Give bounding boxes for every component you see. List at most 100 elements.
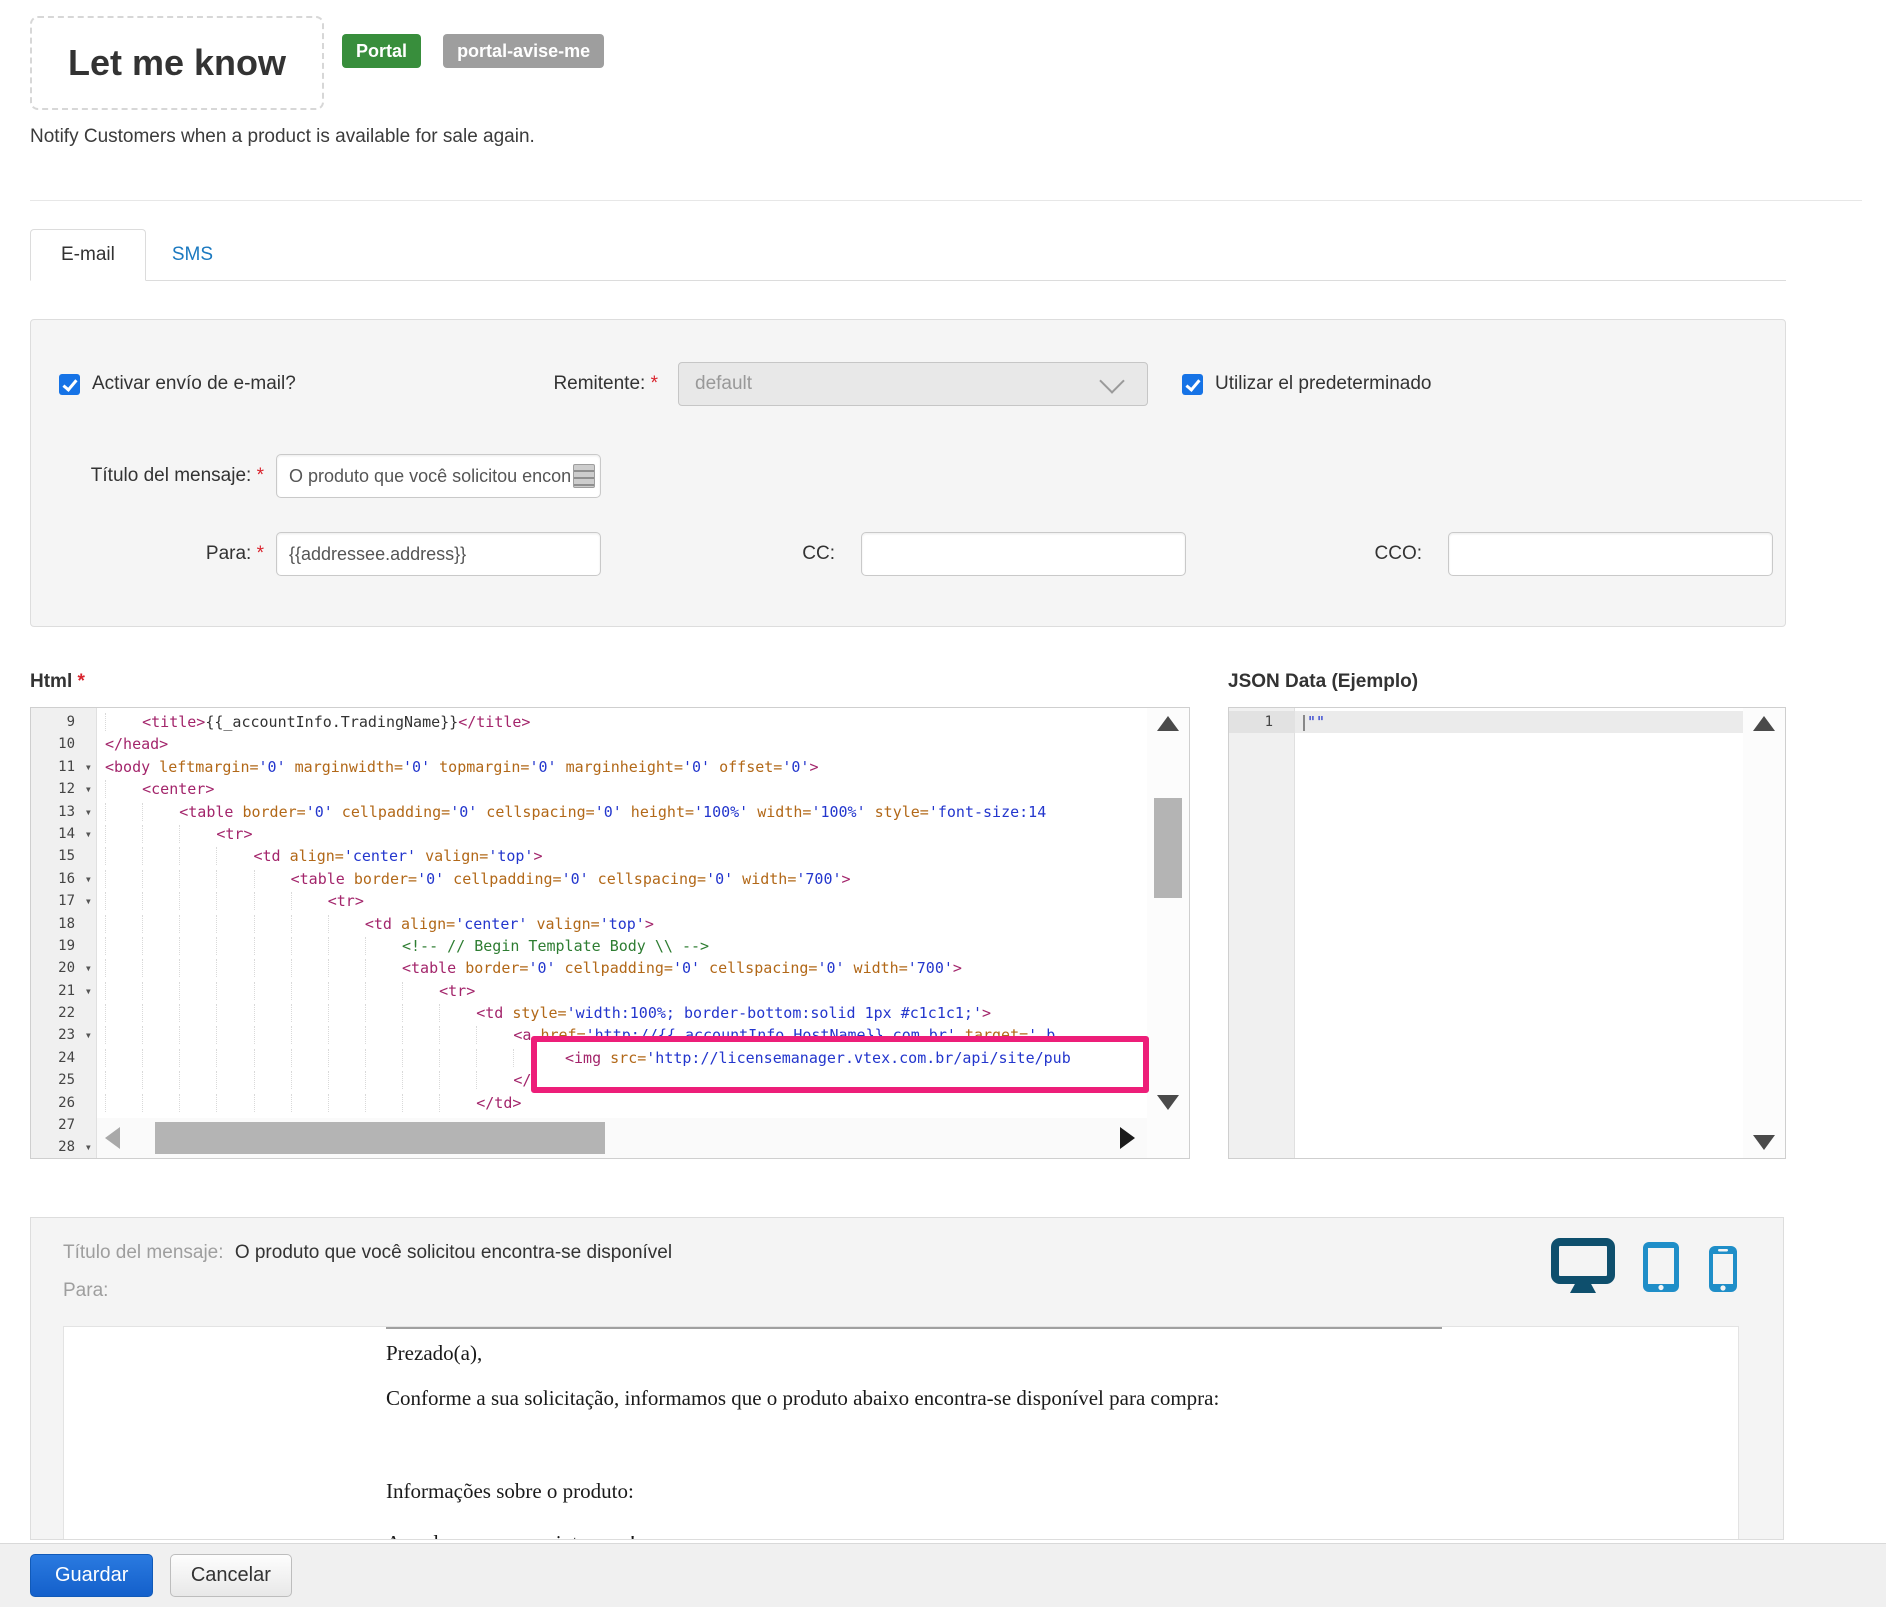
status-badge-portal: Portal	[342, 34, 421, 68]
line-number: 22	[31, 1002, 97, 1024]
subject-input[interactable]	[276, 454, 601, 498]
line-number: 16▾	[31, 868, 97, 890]
sender-select[interactable]: default	[678, 362, 1148, 406]
cco-input[interactable]	[1448, 532, 1773, 576]
status-badge-template-id: portal-avise-me	[443, 34, 604, 68]
device-desktop-button[interactable]	[1551, 1238, 1615, 1294]
code-line: 18 <td align='center' valign='top'>	[31, 913, 1189, 935]
subject-input-wrap	[276, 454, 601, 498]
scroll-down-arrow-icon[interactable]	[1753, 1135, 1775, 1150]
html-editor-vscrollbar[interactable]	[1147, 708, 1189, 1158]
preview-device-switcher	[1551, 1238, 1739, 1294]
code-line: 13▾ <table border='0' cellpadding='0' ce…	[31, 801, 1189, 823]
line-number: 18	[31, 913, 97, 935]
tablet-icon	[1641, 1282, 1681, 1297]
preview-panel: Preview Título del mensaje: O produto qu…	[30, 1217, 1784, 1540]
json-editor-vscrollbar[interactable]	[1743, 708, 1785, 1158]
device-tablet-button[interactable]	[1641, 1240, 1681, 1294]
cc-input[interactable]	[861, 532, 1186, 576]
input-overlay-icon	[573, 464, 595, 488]
enable-email-checkbox[interactable]	[59, 374, 80, 395]
html-editor-label: Html *	[30, 671, 1190, 693]
fold-arrow-icon[interactable]: ▾	[85, 1024, 92, 1046]
line-number: 17▾	[31, 890, 97, 912]
use-default-checkbox[interactable]	[1182, 374, 1203, 395]
email-closing: Agradecemos o seu interesse!	[386, 1531, 1442, 1540]
enable-email-checkbox-group: Activar envío de e-mail?	[31, 373, 538, 395]
highlighted-code-line: <img src='http://licensemanager.vtex.com…	[537, 1042, 1143, 1069]
scroll-up-arrow-icon[interactable]	[1157, 716, 1179, 731]
page: Let me know Portal portal-avise-me Notif…	[0, 0, 1886, 1607]
line-number: 20▾	[31, 957, 97, 979]
line-number: 9	[31, 711, 97, 733]
badges: Portal portal-avise-me	[342, 34, 604, 68]
code-line: 17▾ <tr>	[31, 890, 1189, 912]
sender-label: Remitente: *	[538, 373, 678, 395]
desktop-monitor-icon	[1551, 1282, 1615, 1297]
header-divider	[30, 200, 1862, 201]
line-number: 25	[31, 1069, 97, 1091]
line-number: 11▾	[31, 756, 97, 778]
line-number: 23▾	[31, 1024, 97, 1046]
scroll-left-arrow-icon[interactable]	[105, 1127, 120, 1149]
mobile-phone-icon	[1707, 1282, 1739, 1297]
save-button[interactable]: Guardar	[30, 1554, 153, 1597]
preview-to-row: Para:	[63, 1280, 1783, 1302]
fold-arrow-icon[interactable]: ▾	[85, 823, 92, 845]
preview-to-label: Para:	[63, 1280, 108, 1301]
device-phone-button[interactable]	[1707, 1244, 1739, 1294]
fold-arrow-icon[interactable]: ▾	[85, 980, 92, 1002]
html-editor-hscroll-thumb[interactable]	[155, 1122, 605, 1154]
sender-selected-value: default	[695, 373, 752, 394]
line-number: 28▾	[31, 1136, 97, 1158]
action-bar: Guardar Cancelar	[0, 1543, 1886, 1607]
scroll-down-arrow-icon[interactable]	[1157, 1095, 1179, 1110]
cc-label: CC:	[601, 543, 861, 565]
use-default-checkbox-group: Utilizar el predeterminado	[1182, 373, 1432, 395]
fold-arrow-icon[interactable]: ▾	[85, 756, 92, 778]
json-editor-column: JSON Data (Ejemplo) 1""	[1228, 671, 1786, 1159]
line-number: 21▾	[31, 980, 97, 1002]
code-line: 20▾ <table border='0' cellpadding='0' ce…	[31, 957, 1189, 979]
html-code-editor[interactable]: 9 <title>{{_accountInfo.TradingName}}</t…	[30, 707, 1190, 1159]
code-line: 11▾<body leftmargin='0' marginwidth='0' …	[31, 756, 1189, 778]
tab-email[interactable]: E-mail	[30, 229, 146, 281]
header: Let me know Portal portal-avise-me	[30, 0, 1886, 110]
tab-sms[interactable]: SMS	[146, 230, 239, 280]
fold-arrow-icon[interactable]: ▾	[85, 890, 92, 912]
email-paragraph: Conforme a sua solicitação, informamos q…	[386, 1386, 1442, 1411]
html-editor-hscrollbar[interactable]	[97, 1118, 1147, 1158]
scroll-up-arrow-icon[interactable]	[1753, 716, 1775, 731]
line-number: 19	[31, 935, 97, 957]
preview-tab[interactable]: Preview	[1662, 1217, 1784, 1218]
email-greeting: Prezado(a),	[386, 1341, 1442, 1366]
fold-arrow-icon[interactable]: ▾	[85, 801, 92, 823]
fold-arrow-icon[interactable]: ▾	[85, 957, 92, 979]
email-preview-content: Prezado(a), Conforme a sua solicitação, …	[386, 1327, 1442, 1540]
fold-arrow-icon[interactable]: ▾	[85, 868, 92, 890]
code-line: 26 </td>	[31, 1092, 1189, 1114]
line-number: 26	[31, 1092, 97, 1114]
html-editor-vscroll-thumb[interactable]	[1154, 798, 1182, 898]
code-line: 16▾ <table border='0' cellpadding='0' ce…	[31, 868, 1189, 890]
scroll-right-arrow-icon[interactable]	[1120, 1127, 1135, 1149]
fold-arrow-icon[interactable]: ▾	[85, 778, 92, 800]
code-line: 9 <title>{{_accountInfo.TradingName}}</t…	[31, 711, 1189, 733]
highlight-annotation-box: <img src='http://licensemanager.vtex.com…	[531, 1036, 1149, 1093]
json-data-editor[interactable]: 1""	[1228, 707, 1786, 1159]
line-number: 12▾	[31, 778, 97, 800]
email-settings-panel: Activar envío de e-mail? Remitente: * de…	[30, 319, 1786, 627]
line-number: 24	[31, 1047, 97, 1069]
line-number: 27	[31, 1114, 97, 1136]
cancel-button[interactable]: Cancelar	[170, 1554, 292, 1597]
preview-subject-label: Título del mensaje:	[63, 1242, 224, 1263]
preview-subject-row: Título del mensaje: O produto que você s…	[63, 1242, 1783, 1264]
code-line: 19 <!-- // Begin Template Body \\ -->	[31, 935, 1189, 957]
cco-label: CCO:	[1186, 543, 1448, 565]
editors-row: Html * 9 <title>{{_accountInfo.TradingNa…	[30, 671, 1886, 1159]
fold-arrow-icon[interactable]: ▾	[85, 1136, 92, 1158]
channel-tabbar: E-mail SMS	[30, 229, 1786, 281]
to-input[interactable]	[276, 532, 601, 576]
code-line: 21▾ <tr>	[31, 980, 1189, 1002]
line-number: 10	[31, 733, 97, 755]
